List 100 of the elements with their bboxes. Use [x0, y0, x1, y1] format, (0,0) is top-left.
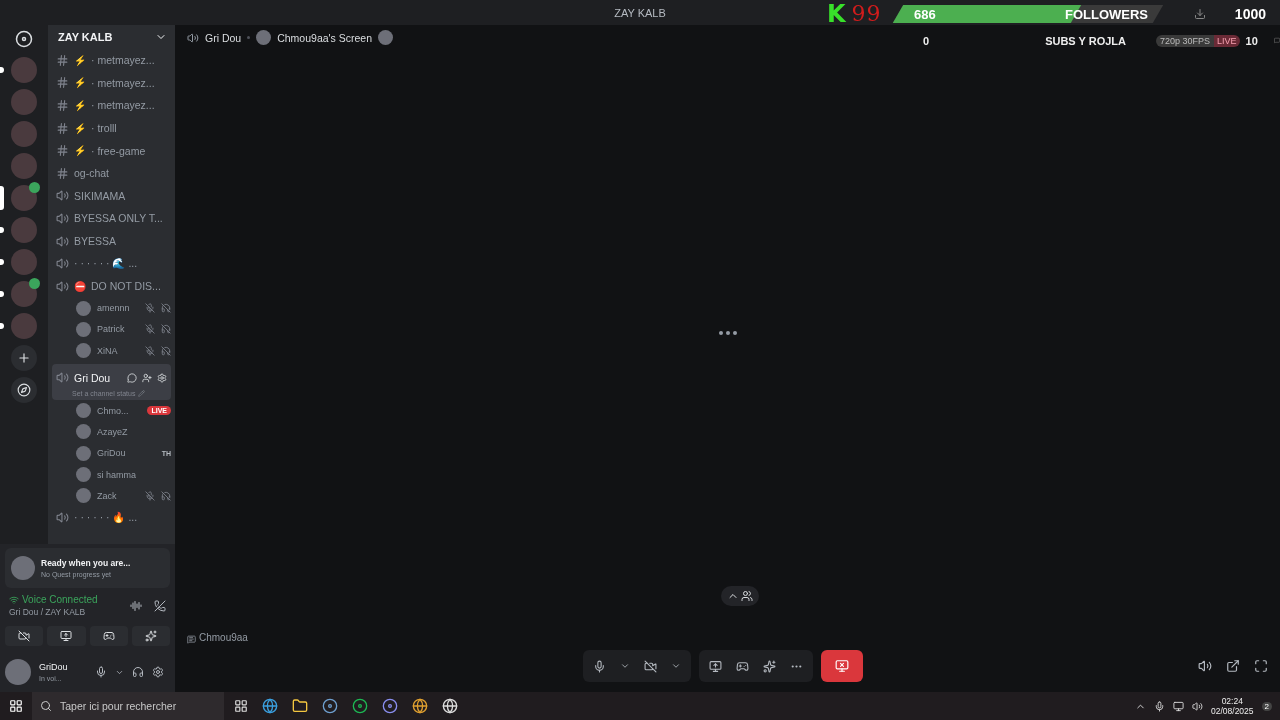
download-icon	[1193, 7, 1206, 20]
monitor-icon	[60, 630, 73, 642]
stream-owner: Chmou9aa	[199, 632, 248, 643]
avatar	[76, 343, 91, 359]
member-name[interactable]: si hamma	[97, 469, 171, 480]
channel-item[interactable]: ⚡ · free-game	[56, 139, 167, 162]
microphone-icon	[95, 666, 107, 678]
headphones-button[interactable]	[132, 666, 144, 678]
task-view-button[interactable]	[234, 698, 248, 714]
plus-icon	[17, 351, 31, 365]
member-name[interactable]: Zack	[97, 490, 139, 501]
followers-goal: 1000	[1234, 5, 1266, 22]
member-name[interactable]: GriDou	[97, 448, 156, 459]
headphones-icon	[132, 666, 144, 678]
volume-icon	[1192, 700, 1203, 712]
quest-title: Ready when you are...	[41, 557, 131, 569]
overlay-letter: K	[827, 0, 846, 28]
channel-title: Gri Dou	[205, 31, 242, 44]
channel-item[interactable]: ⚡ · metmayez...	[56, 49, 167, 72]
app-button[interactable]	[352, 698, 368, 714]
globe-icon	[262, 698, 278, 714]
overlay-score: 99	[851, 1, 882, 26]
globe-icon	[412, 698, 428, 714]
speaker-icon	[56, 211, 69, 225]
channel-item[interactable]: SIKIMAMA	[56, 184, 167, 208]
popout-icon	[1226, 659, 1240, 673]
volume-icon	[1198, 659, 1212, 673]
camera-button[interactable]	[643, 659, 657, 673]
member-name[interactable]: Chmo...	[97, 405, 142, 416]
channel-item[interactable]: · · · · · · 🌊 ...	[56, 252, 167, 275]
notification-count[interactable]: 2	[1261, 701, 1272, 711]
taskbar-search[interactable]: Taper ici pour rechercher	[32, 692, 224, 720]
stop-stream-button[interactable]	[820, 650, 863, 682]
fullscreen-button[interactable]	[1254, 659, 1268, 673]
hash-icon	[56, 76, 69, 90]
clock-date: 02/08/2025	[1211, 706, 1254, 716]
avatar	[378, 30, 393, 45]
settings-button[interactable]	[152, 666, 164, 678]
server-icon[interactable]	[11, 281, 37, 307]
channel-emoji: ⚡	[74, 77, 86, 89]
hash-icon	[56, 144, 69, 158]
soundboard-button[interactable]	[131, 626, 170, 646]
caret-icon	[619, 661, 630, 671]
camera-off-icon	[18, 630, 31, 642]
share-screen-button[interactable]	[47, 626, 86, 646]
monitor-icon	[708, 659, 722, 673]
microphone-button[interactable]	[592, 659, 606, 673]
channel-item[interactable]: og-chat	[56, 161, 167, 185]
add-server-button[interactable]	[11, 345, 37, 371]
channel-name: Gri Dou	[74, 371, 112, 384]
avatar	[76, 467, 91, 483]
server-name[interactable]: ZAY KALB	[48, 25, 175, 49]
microphone-button[interactable]	[95, 666, 107, 678]
speaker-icon	[187, 31, 199, 44]
voice-location: Gri Dou / ZAY KALB	[9, 607, 86, 618]
channel-item[interactable]: ⛔ DO NOT DIS...	[56, 274, 167, 298]
server-icon[interactable]	[11, 185, 37, 211]
invite-icon	[142, 372, 152, 383]
speaker-icon	[56, 257, 69, 271]
volume-button[interactable]	[1198, 659, 1212, 673]
channel-item[interactable]: ⚡ · metmayez...	[56, 94, 167, 117]
channel-item[interactable]: BYESSA ONLY T...	[56, 207, 167, 230]
disconnect-button[interactable]	[154, 600, 166, 612]
soundboard-button[interactable]	[762, 659, 776, 673]
share-screen-button[interactable]	[708, 659, 722, 673]
browser-button[interactable]	[412, 698, 428, 714]
participants-button[interactable]	[720, 586, 759, 606]
network-icon	[1173, 700, 1184, 712]
channel-item[interactable]: BYESSA	[56, 229, 167, 253]
channel-item[interactable]: ⚡ · trolll	[56, 116, 167, 140]
speaker-icon	[56, 234, 69, 248]
popout-button[interactable]	[1226, 659, 1240, 673]
folder-button[interactable]	[292, 698, 308, 714]
discover-button[interactable]	[11, 377, 37, 403]
channel-emoji: ⛔	[74, 280, 86, 292]
app-button[interactable]	[322, 698, 338, 714]
hash-icon	[56, 99, 69, 112]
member-name[interactable]: XiNA	[97, 345, 139, 356]
settings-icon	[152, 666, 164, 678]
member-name[interactable]: amennn	[97, 303, 139, 314]
channel-item[interactable]: · · · · · · 🔥 ...	[56, 506, 167, 530]
hang-up-icon	[154, 600, 166, 612]
member-name[interactable]: AzayeZ	[97, 426, 171, 437]
camera-button[interactable]	[5, 626, 44, 646]
member-name[interactable]: Patrick	[97, 324, 139, 335]
app-button[interactable]	[382, 698, 398, 714]
subs-label: SUBS Y ROJLA	[1045, 34, 1127, 47]
monitor-x-icon	[834, 659, 849, 673]
audio-wave-button[interactable]	[130, 600, 142, 612]
speaker-icon	[56, 279, 69, 293]
activity-button[interactable]	[735, 659, 749, 673]
activity-button[interactable]	[89, 626, 128, 646]
channel-item[interactable]: ⚡ · metmayez...	[56, 71, 167, 95]
caret-icon	[670, 661, 681, 671]
voice-status: Voice Connected	[22, 594, 98, 606]
browser-button[interactable]	[262, 698, 278, 714]
compass-icon	[17, 383, 31, 397]
disc-icon	[382, 698, 398, 714]
stream-title: Chmou9aa's Screen	[277, 31, 372, 44]
settings-icon	[157, 372, 167, 383]
